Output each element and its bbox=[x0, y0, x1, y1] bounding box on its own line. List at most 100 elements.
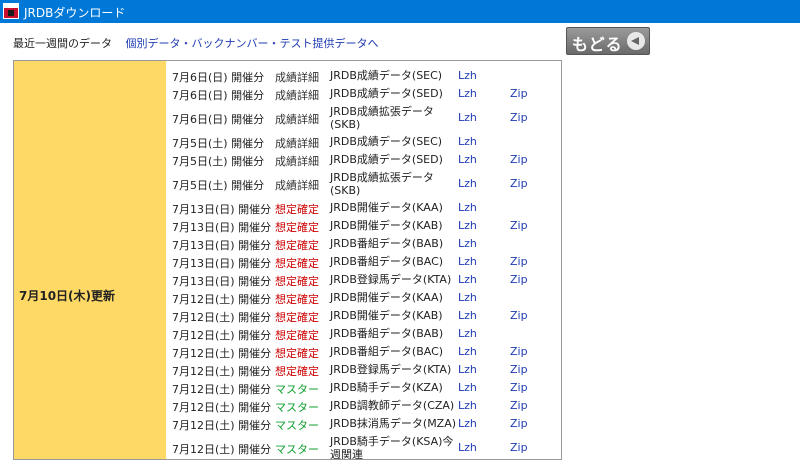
backnumber-link[interactable]: 個別データ・バックナンバー・テスト提供データへ bbox=[126, 37, 379, 50]
lzh-download-link[interactable]: Lzh bbox=[458, 111, 477, 124]
row-file-name: JRDB調教師データ(CZA) bbox=[330, 399, 455, 412]
row-file-name: JRDB成績拡張データ bbox=[330, 171, 434, 184]
row-date: 7月12日(土) 開催分 bbox=[172, 401, 272, 414]
lzh-download-link[interactable]: Lzh bbox=[458, 291, 477, 304]
table-row: 7月12日(土) 開催分 マスター JRDB抹消馬データ(MZA) Lzh Zip bbox=[172, 415, 561, 433]
header-line: 最近一週間のデータ 個別データ・バックナンバー・テスト提供データへ bbox=[13, 35, 379, 51]
table-row: 7月12日(土) 開催分 マスター JRDB調教師データ(CZA) Lzh Zip bbox=[172, 397, 561, 415]
table-row: 7月6日(日) 開催分 成績詳細 JRDB成績拡張データ (SKB) Lzh Zip bbox=[172, 103, 561, 133]
zip-download-link[interactable]: Zip bbox=[510, 177, 528, 190]
lzh-download-link[interactable]: Lzh bbox=[458, 399, 477, 412]
lzh-download-link[interactable]: Lzh bbox=[458, 327, 477, 340]
back-button[interactable]: もどる bbox=[566, 27, 650, 55]
row-file-name: JRDB開催データ(KAA) bbox=[330, 201, 443, 214]
lzh-download-link[interactable]: Lzh bbox=[458, 135, 477, 148]
row-file-name: JRDB開催データ(KAB) bbox=[330, 219, 443, 232]
row-date: 7月12日(土) 開催分 bbox=[172, 419, 272, 432]
lzh-download-link[interactable]: Lzh bbox=[458, 69, 477, 82]
update-date-label: 7月10日(木)更新 bbox=[19, 289, 116, 303]
row-file-name: JRDB抹消馬データ(MZA) bbox=[330, 417, 457, 430]
zip-download-link[interactable]: Zip bbox=[510, 87, 528, 100]
lzh-download-link[interactable]: Lzh bbox=[458, 237, 477, 250]
lzh-download-link[interactable]: Lzh bbox=[458, 153, 477, 166]
row-date: 7月12日(土) 開催分 bbox=[172, 383, 272, 396]
lzh-download-link[interactable]: Lzh bbox=[458, 177, 477, 190]
row-date: 7月12日(土) 開催分 bbox=[172, 443, 272, 456]
row-kind: 想定確定 bbox=[275, 239, 319, 252]
row-kind: 想定確定 bbox=[275, 203, 319, 216]
row-kind: マスター bbox=[275, 401, 319, 414]
download-table: 7月10日(木)更新 7月6日(日) 開催分 成績詳細 JRDB成績データ(SEC)… bbox=[13, 60, 562, 460]
row-kind: 成績詳細 bbox=[275, 137, 319, 150]
row-date: 7月13日(日) 開催分 bbox=[172, 257, 272, 270]
lzh-download-link[interactable]: Lzh bbox=[458, 363, 477, 376]
lzh-download-link[interactable]: Lzh bbox=[458, 441, 477, 454]
back-arrow-icon bbox=[627, 32, 645, 50]
zip-download-link[interactable]: Zip bbox=[510, 441, 528, 454]
row-kind: マスター bbox=[275, 443, 319, 456]
row-kind: 成績詳細 bbox=[275, 155, 319, 168]
row-file-name: JRDB成績データ(SEC) bbox=[330, 69, 443, 82]
zip-download-link[interactable]: Zip bbox=[510, 255, 528, 268]
lzh-download-link[interactable]: Lzh bbox=[458, 417, 477, 430]
row-file-name: JRDB登録馬データ(KTA) bbox=[330, 363, 452, 376]
lzh-download-link[interactable]: Lzh bbox=[458, 87, 477, 100]
table-row: 7月13日(日) 開催分 想定確定 JRDB開催データ(KAB) Lzh Zip bbox=[172, 217, 561, 235]
table-row: 7月13日(日) 開催分 想定確定 JRDB番組データ(BAB) Lzh bbox=[172, 235, 561, 253]
row-date: 7月6日(日) 開催分 bbox=[172, 113, 265, 126]
row-file-name: JRDB番組データ(BAB) bbox=[330, 237, 444, 250]
row-date: 7月13日(日) 開催分 bbox=[172, 239, 272, 252]
row-kind: マスター bbox=[275, 383, 319, 396]
lzh-download-link[interactable]: Lzh bbox=[458, 273, 477, 286]
table-row: 7月12日(土) 開催分 想定確定 JRDB登録馬データ(KTA) Lzh Zip bbox=[172, 361, 561, 379]
row-kind: 想定確定 bbox=[275, 311, 319, 324]
row-file-name: JRDB番組データ(BAC) bbox=[330, 255, 444, 268]
table-row: 7月12日(土) 開催分 想定確定 JRDB開催データ(KAA) Lzh bbox=[172, 289, 561, 307]
row-date: 7月5日(土) 開催分 bbox=[172, 155, 265, 168]
zip-download-link[interactable]: Zip bbox=[510, 153, 528, 166]
zip-download-link[interactable]: Zip bbox=[510, 381, 528, 394]
lzh-download-link[interactable]: Lzh bbox=[458, 309, 477, 322]
row-file-name: JRDB登録馬データ(KTA) bbox=[330, 273, 452, 286]
row-file-name: JRDB騎手データ(KSA)今 bbox=[330, 435, 454, 448]
zip-download-link[interactable]: Zip bbox=[510, 273, 528, 286]
row-kind: 想定確定 bbox=[275, 257, 319, 270]
row-date: 7月5日(土) 開催分 bbox=[172, 137, 265, 150]
row-kind: 想定確定 bbox=[275, 365, 319, 378]
row-kind: 想定確定 bbox=[275, 275, 319, 288]
lzh-download-link[interactable]: Lzh bbox=[458, 345, 477, 358]
table-row: 7月5日(土) 開催分 成績詳細 JRDB成績データ(SED) Lzh Zip bbox=[172, 151, 561, 169]
lzh-download-link[interactable]: Lzh bbox=[458, 381, 477, 394]
zip-download-link[interactable]: Zip bbox=[510, 417, 528, 430]
zip-download-link[interactable]: Zip bbox=[510, 219, 528, 232]
row-file-name: JRDB番組データ(BAB) bbox=[330, 327, 444, 340]
row-date: 7月6日(日) 開催分 bbox=[172, 71, 265, 84]
row-date: 7月12日(土) 開催分 bbox=[172, 329, 272, 342]
row-date: 7月12日(土) 開催分 bbox=[172, 293, 272, 306]
row-date: 7月6日(日) 開催分 bbox=[172, 89, 265, 102]
lzh-download-link[interactable]: Lzh bbox=[458, 255, 477, 268]
table-row: 7月13日(日) 開催分 想定確定 JRDB登録馬データ(KTA) Lzh Zip bbox=[172, 271, 561, 289]
table-row: 7月12日(土) 開催分 マスター JRDB騎手データ(KZA) Lzh Zip bbox=[172, 379, 561, 397]
lzh-download-link[interactable]: Lzh bbox=[458, 219, 477, 232]
row-file-name: JRDB成績データ(SED) bbox=[330, 87, 443, 100]
file-list: 7月6日(日) 開催分 成績詳細 JRDB成績データ(SEC) Lzh 7月6日(日) … bbox=[172, 67, 561, 459]
row-file-name: JRDB開催データ(KAA) bbox=[330, 291, 443, 304]
lzh-download-link[interactable]: Lzh bbox=[458, 201, 477, 214]
row-date: 7月13日(日) 開催分 bbox=[172, 221, 272, 234]
row-kind: 想定確定 bbox=[275, 347, 319, 360]
back-button-label: もどる bbox=[572, 35, 623, 54]
title-bar: JRDBダウンロード bbox=[0, 0, 800, 23]
zip-download-link[interactable]: Zip bbox=[510, 111, 528, 124]
row-kind: 成績詳細 bbox=[275, 179, 319, 192]
recent-week-label: 最近一週間のデータ bbox=[13, 37, 112, 50]
window-title: JRDBダウンロード bbox=[24, 6, 126, 20]
row-kind: マスター bbox=[275, 419, 319, 432]
zip-download-link[interactable]: Zip bbox=[510, 399, 528, 412]
zip-download-link[interactable]: Zip bbox=[510, 363, 528, 376]
zip-download-link[interactable]: Zip bbox=[510, 345, 528, 358]
row-date: 7月12日(土) 開催分 bbox=[172, 365, 272, 378]
zip-download-link[interactable]: Zip bbox=[510, 309, 528, 322]
table-row: 7月6日(日) 開催分 成績詳細 JRDB成績データ(SEC) Lzh bbox=[172, 67, 561, 85]
table-row: 7月12日(土) 開催分 想定確定 JRDB番組データ(BAB) Lzh bbox=[172, 325, 561, 343]
